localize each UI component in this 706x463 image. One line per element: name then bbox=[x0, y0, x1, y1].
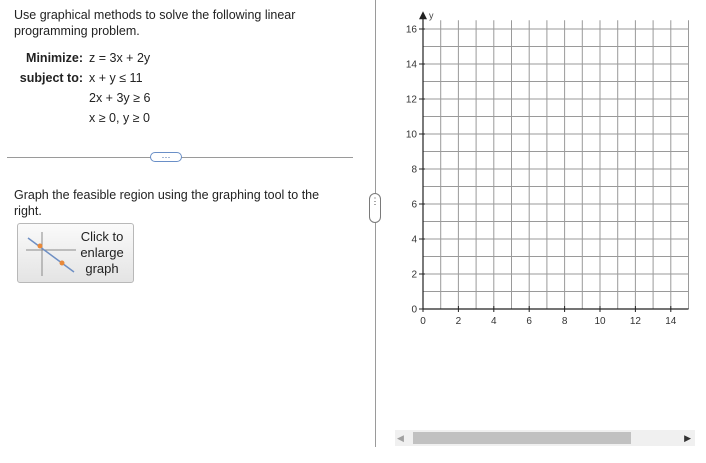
y-tick-label: 0 bbox=[411, 305, 417, 316]
graphing-tool[interactable]: y 0 2 4 6 8 10 12 14 0 2 4 6 8 10 12 14 16 bbox=[378, 0, 706, 430]
constraint-row: subject to: x + y ≤ 11 bbox=[14, 68, 150, 88]
lp-formulation: Minimize: z = 3x + 2y subject to: x + y … bbox=[14, 48, 151, 128]
x-tick-label: 0 bbox=[420, 316, 426, 327]
y-axis-label: y bbox=[429, 10, 434, 20]
y-tick-label: 16 bbox=[406, 25, 418, 36]
y-tick-label: 6 bbox=[411, 200, 417, 211]
x-tick-label: 8 bbox=[562, 316, 568, 327]
enlarge-graph-button[interactable]: Click to enlarge graph bbox=[17, 223, 134, 283]
constraint-row: x ≥ 0, y ≥ 0 bbox=[14, 108, 150, 128]
objective-row: Minimize: z = 3x + 2y bbox=[14, 48, 150, 68]
x-tick-label: 6 bbox=[526, 316, 532, 327]
y-axis-arrow bbox=[419, 11, 427, 20]
constraint-1: x + y ≤ 11 bbox=[89, 71, 143, 85]
problem-intro: Use graphical methods to solve the follo… bbox=[14, 8, 296, 38]
x-tick-label: 14 bbox=[665, 316, 677, 327]
y-tick-label: 8 bbox=[411, 165, 417, 176]
horizontal-scrollbar[interactable]: ◀ ▶ bbox=[395, 430, 695, 446]
x-tick-label: 12 bbox=[630, 316, 642, 327]
pane-splitter[interactable] bbox=[375, 0, 376, 447]
y-tick-label: 2 bbox=[411, 270, 417, 281]
objective-label: Minimize: bbox=[26, 51, 83, 65]
y-tick-label: 4 bbox=[411, 235, 417, 246]
constraint-3: x ≥ 0, y ≥ 0 bbox=[89, 111, 150, 125]
subject-to-label: subject to: bbox=[19, 71, 83, 85]
scroll-thumb[interactable] bbox=[413, 432, 631, 444]
y-tick-label: 10 bbox=[406, 130, 418, 141]
constraint-row: 2x + 3y ≥ 6 bbox=[14, 88, 150, 108]
graph-thumbnail-icon bbox=[26, 232, 76, 276]
y-tick-label: 12 bbox=[406, 95, 418, 106]
x-tick-label: 4 bbox=[491, 316, 497, 327]
enlarge-label: Click to enlarge graph bbox=[80, 229, 124, 276]
x-tick-label: 2 bbox=[456, 316, 462, 327]
expand-button[interactable]: ··· bbox=[150, 152, 182, 162]
objective-function: z = 3x + 2y bbox=[89, 51, 151, 65]
scroll-left-arrow[interactable]: ◀ bbox=[397, 431, 404, 445]
y-tick-label: 14 bbox=[406, 60, 418, 71]
scroll-right-arrow[interactable]: ▶ bbox=[684, 431, 691, 445]
constraint-2: 2x + 3y ≥ 6 bbox=[89, 91, 151, 105]
instruction-text: Graph the feasible region using the grap… bbox=[14, 188, 320, 218]
x-tick-label: 10 bbox=[594, 316, 606, 327]
left-pane: Use graphical methods to solve the follo… bbox=[0, 0, 370, 463]
coordinate-grid[interactable]: y 0 2 4 6 8 10 12 14 0 2 4 6 8 10 12 14 16 bbox=[378, 0, 706, 430]
